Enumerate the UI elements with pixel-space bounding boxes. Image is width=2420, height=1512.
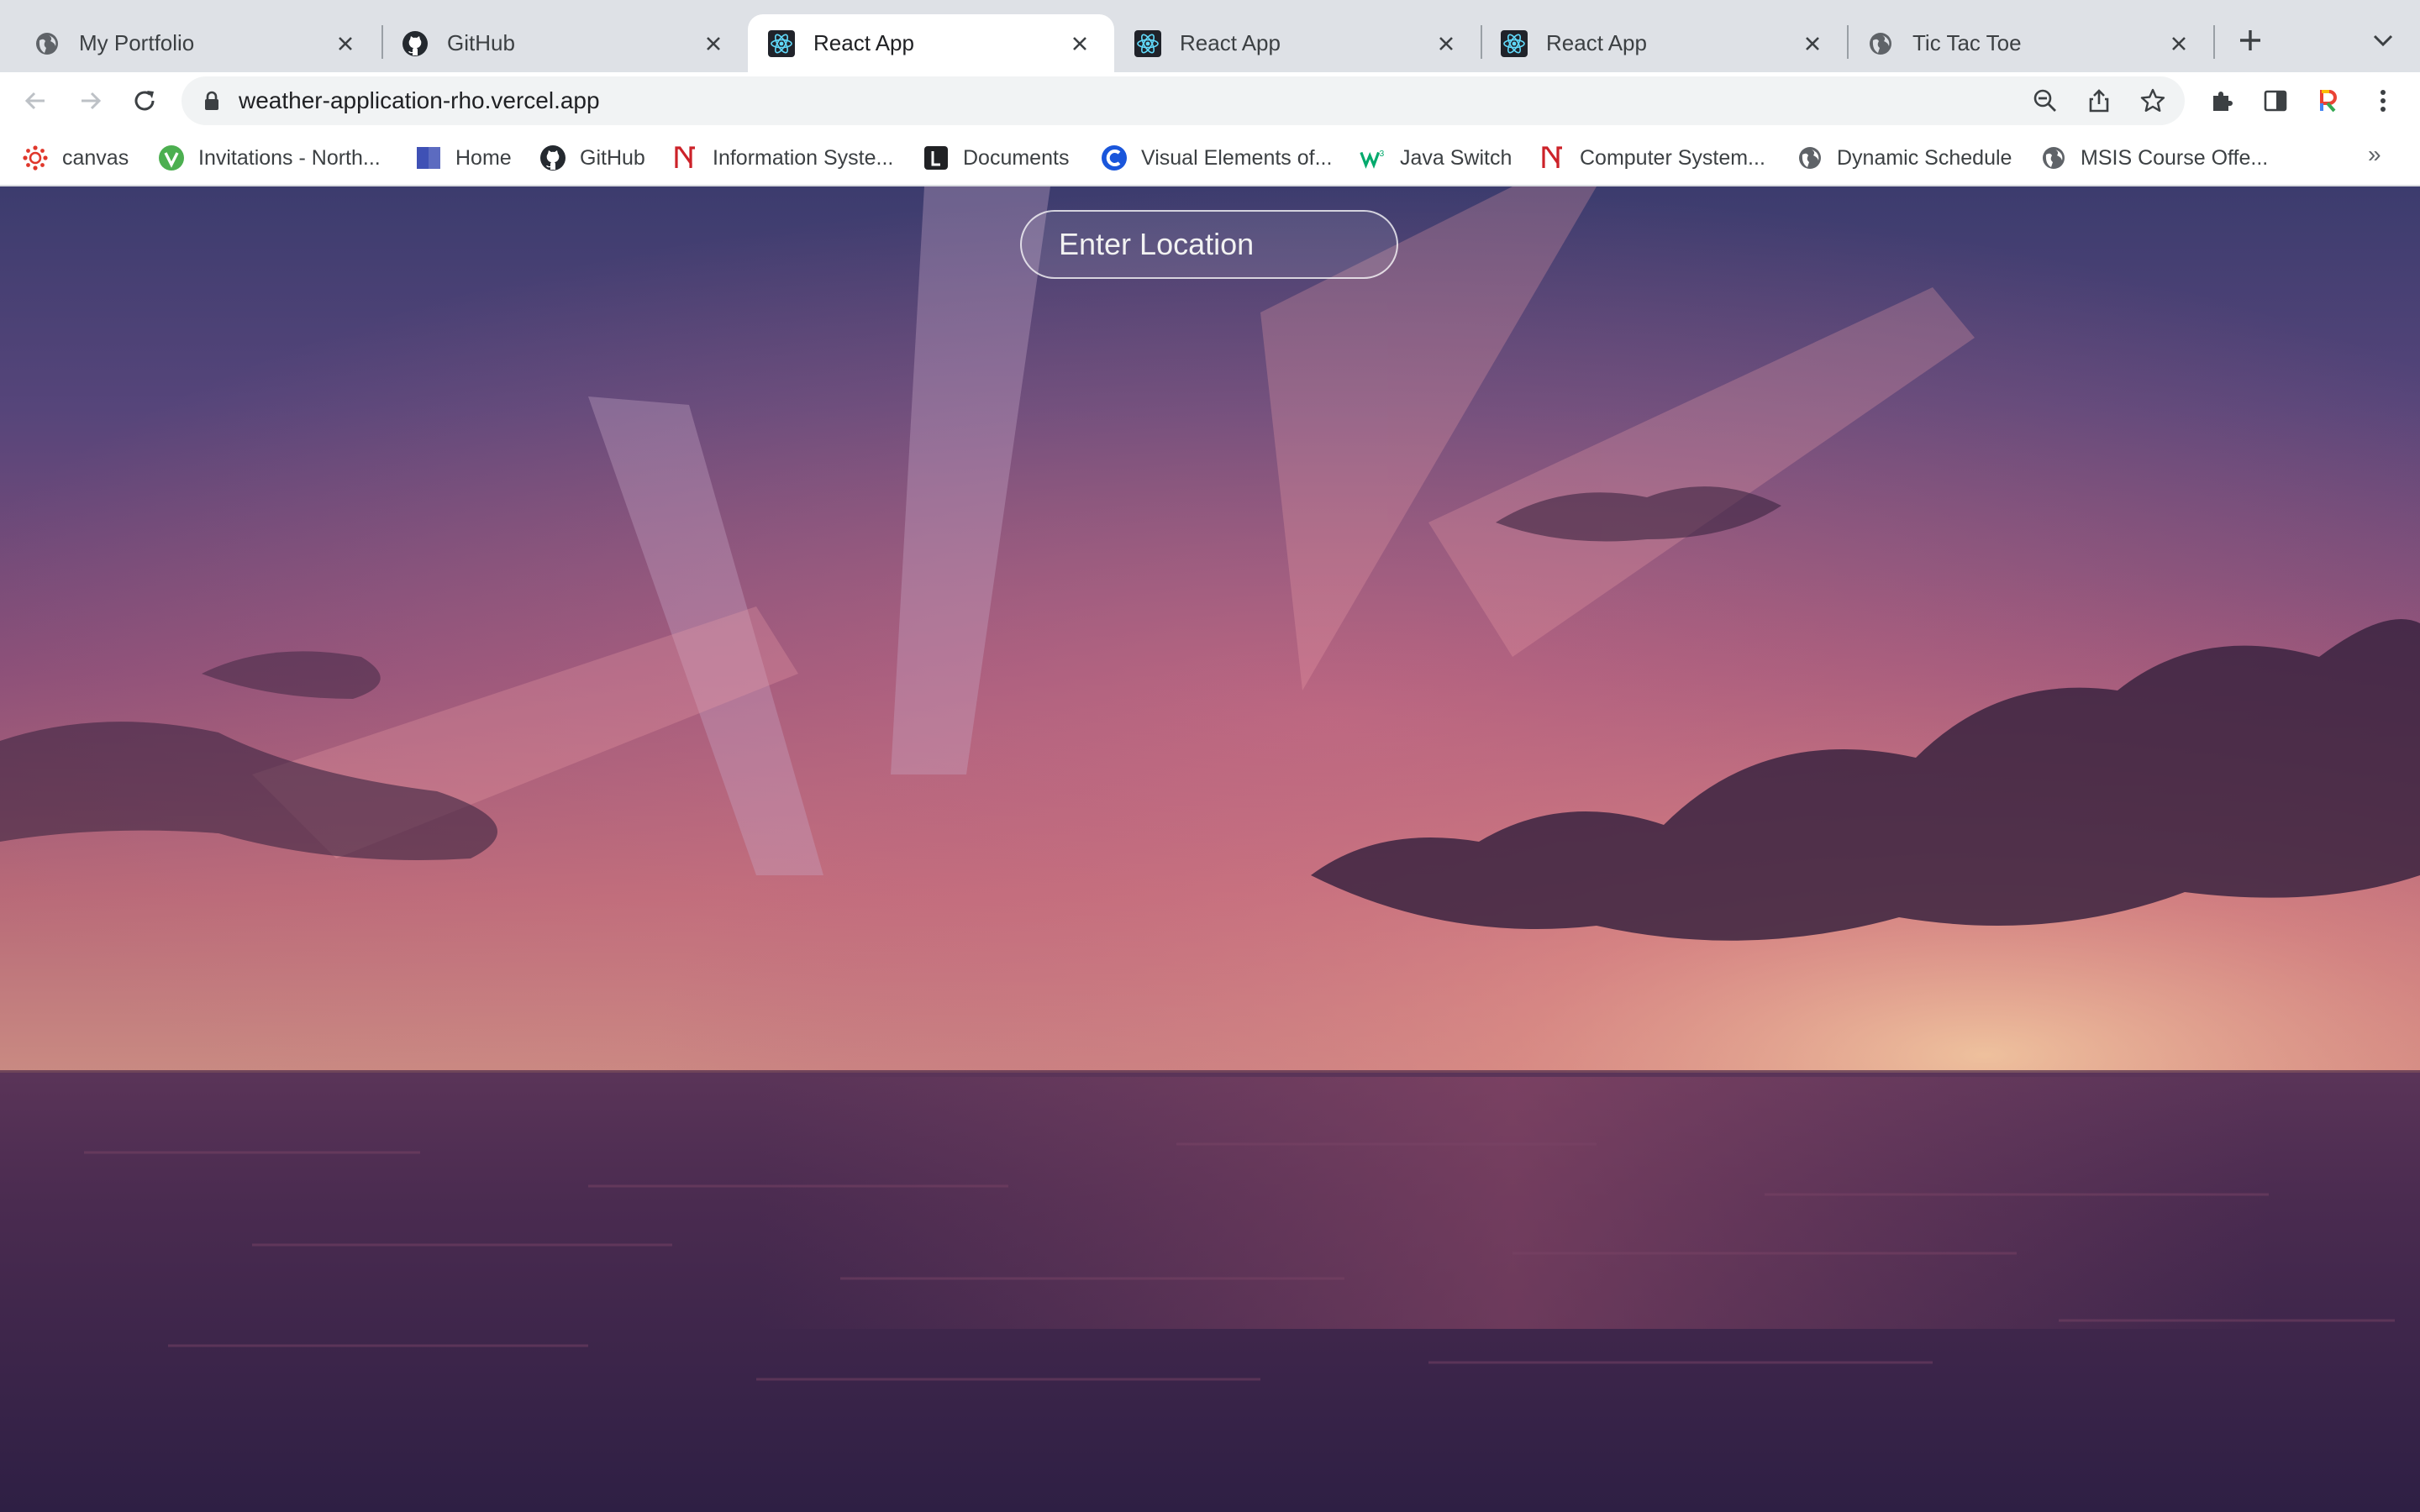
github-icon	[402, 30, 429, 57]
svg-text:3: 3	[1380, 150, 1385, 159]
share-icon[interactable]	[2082, 84, 2116, 118]
reload-button[interactable]	[121, 77, 168, 124]
globe-icon	[1867, 30, 1894, 57]
home-bookmark-icon	[415, 144, 442, 171]
address-bar[interactable]: weather-application-rho.vercel.app	[182, 76, 2185, 125]
bookmark-dynamic-schedule[interactable]: Dynamic Schedule	[1797, 141, 2012, 175]
close-tab-icon[interactable]	[1065, 29, 1094, 58]
bookmark-label: MSIS Course Offe...	[2081, 145, 2269, 170]
invitations-icon	[158, 144, 185, 171]
close-tab-icon[interactable]	[699, 29, 728, 58]
close-tab-icon[interactable]	[1432, 29, 1460, 58]
tab-title: My Portfolio	[79, 30, 195, 55]
bookmark-label: Java Switch	[1400, 145, 1512, 170]
url-text[interactable]: weather-application-rho.vercel.app	[239, 87, 600, 114]
tab-title: React App	[1180, 30, 1281, 55]
back-arrow-icon	[24, 92, 45, 110]
northeastern-icon	[1539, 144, 1566, 171]
extensions-icon[interactable]	[2203, 82, 2240, 119]
bookmark-documents[interactable]: Documents	[923, 141, 1069, 175]
sunset-ocean-background	[0, 186, 2420, 1512]
bookmark-label: Visual Elements of...	[1141, 145, 1333, 170]
tab-react-app-active[interactable]: React App	[748, 14, 1114, 72]
northeastern-icon	[672, 144, 699, 171]
github-icon	[539, 144, 566, 171]
globe-icon	[34, 30, 60, 57]
close-tab-icon[interactable]	[2165, 29, 2193, 58]
bookmark-label: Information Syste...	[713, 145, 894, 170]
forward-arrow-icon	[82, 92, 102, 110]
react-icon	[768, 29, 795, 57]
bookmark-computer-systems[interactable]: Computer System...	[1539, 141, 1765, 175]
bookmark-visual-elements[interactable]: Visual Elements of...	[1101, 141, 1332, 175]
bookmark-label: Home	[455, 145, 512, 170]
bookmark-canvas[interactable]: canvas	[22, 141, 129, 175]
tab-separator	[2213, 25, 2215, 59]
tab-react-app[interactable]: React App	[1114, 14, 1481, 72]
bookmarks-bar: canvas Invitations - North... Home GitHu…	[0, 129, 2420, 186]
bookmarks-overflow-button[interactable]: »	[2368, 141, 2381, 168]
lock-icon	[200, 89, 224, 113]
tab-github[interactable]: GitHub	[381, 14, 748, 72]
bookmark-msis-course-offerings[interactable]: MSIS Course Offe...	[2040, 141, 2268, 175]
bookmark-home[interactable]: Home	[415, 141, 512, 175]
menu-kebab-icon[interactable]	[2365, 82, 2402, 119]
bookmark-github[interactable]: GitHub	[539, 141, 645, 175]
react-icon	[1501, 29, 1528, 57]
bookmark-label: Documents	[963, 145, 1070, 170]
bookmark-information-systems[interactable]: Information Syste...	[672, 141, 893, 175]
bookmark-label: Invitations - North...	[198, 145, 381, 170]
bookmark-label: canvas	[62, 145, 129, 170]
plus-icon	[2240, 30, 2260, 50]
close-tab-icon[interactable]	[331, 29, 360, 58]
back-button[interactable]	[12, 77, 59, 124]
forward-button[interactable]	[67, 77, 114, 124]
tab-title: React App	[813, 30, 914, 55]
rainbow-r-extension-icon[interactable]	[2309, 82, 2346, 119]
reload-icon	[134, 91, 155, 111]
chevron-down-icon	[2373, 34, 2393, 47]
side-panel-icon[interactable]	[2257, 82, 2294, 119]
tab-title: GitHub	[447, 30, 515, 55]
browser-toolbar: weather-application-rho.vercel.app	[0, 72, 2420, 129]
globe-icon	[1797, 144, 1823, 171]
bookmark-label: GitHub	[580, 145, 645, 170]
bookmark-label: Computer System...	[1580, 145, 1765, 170]
w3schools-icon: 3	[1360, 144, 1386, 171]
globe-icon	[2040, 144, 2067, 171]
bookmark-star-icon[interactable]	[2136, 84, 2170, 118]
tab-search-button[interactable]	[2366, 24, 2400, 57]
new-tab-button[interactable]	[2232, 22, 2269, 59]
bookmark-invitations[interactable]: Invitations - North...	[158, 141, 381, 175]
bookmark-label: Dynamic Schedule	[1837, 145, 2012, 170]
zoom-out-icon[interactable]	[2028, 84, 2062, 118]
canvas-icon	[22, 144, 49, 171]
visual-elements-icon	[1101, 144, 1128, 171]
tab-my-portfolio[interactable]: My Portfolio	[13, 14, 380, 72]
bookmark-java-switch[interactable]: 3 Java Switch	[1360, 141, 1512, 175]
browser-window: My Portfolio GitHub React App React App …	[0, 0, 2420, 1512]
tab-title: React App	[1546, 30, 1647, 55]
location-search-input[interactable]	[1020, 210, 1398, 279]
tab-strip: My Portfolio GitHub React App React App …	[0, 0, 2420, 72]
tab-tic-tac-toe[interactable]: Tic Tac Toe	[1847, 14, 2213, 72]
react-icon	[1134, 29, 1161, 57]
page-viewport	[0, 186, 2420, 1512]
tab-react-app[interactable]: React App	[1481, 14, 1847, 72]
tab-title: Tic Tac Toe	[1912, 30, 2022, 55]
documents-icon	[923, 144, 950, 171]
close-tab-icon[interactable]	[1798, 29, 1827, 58]
